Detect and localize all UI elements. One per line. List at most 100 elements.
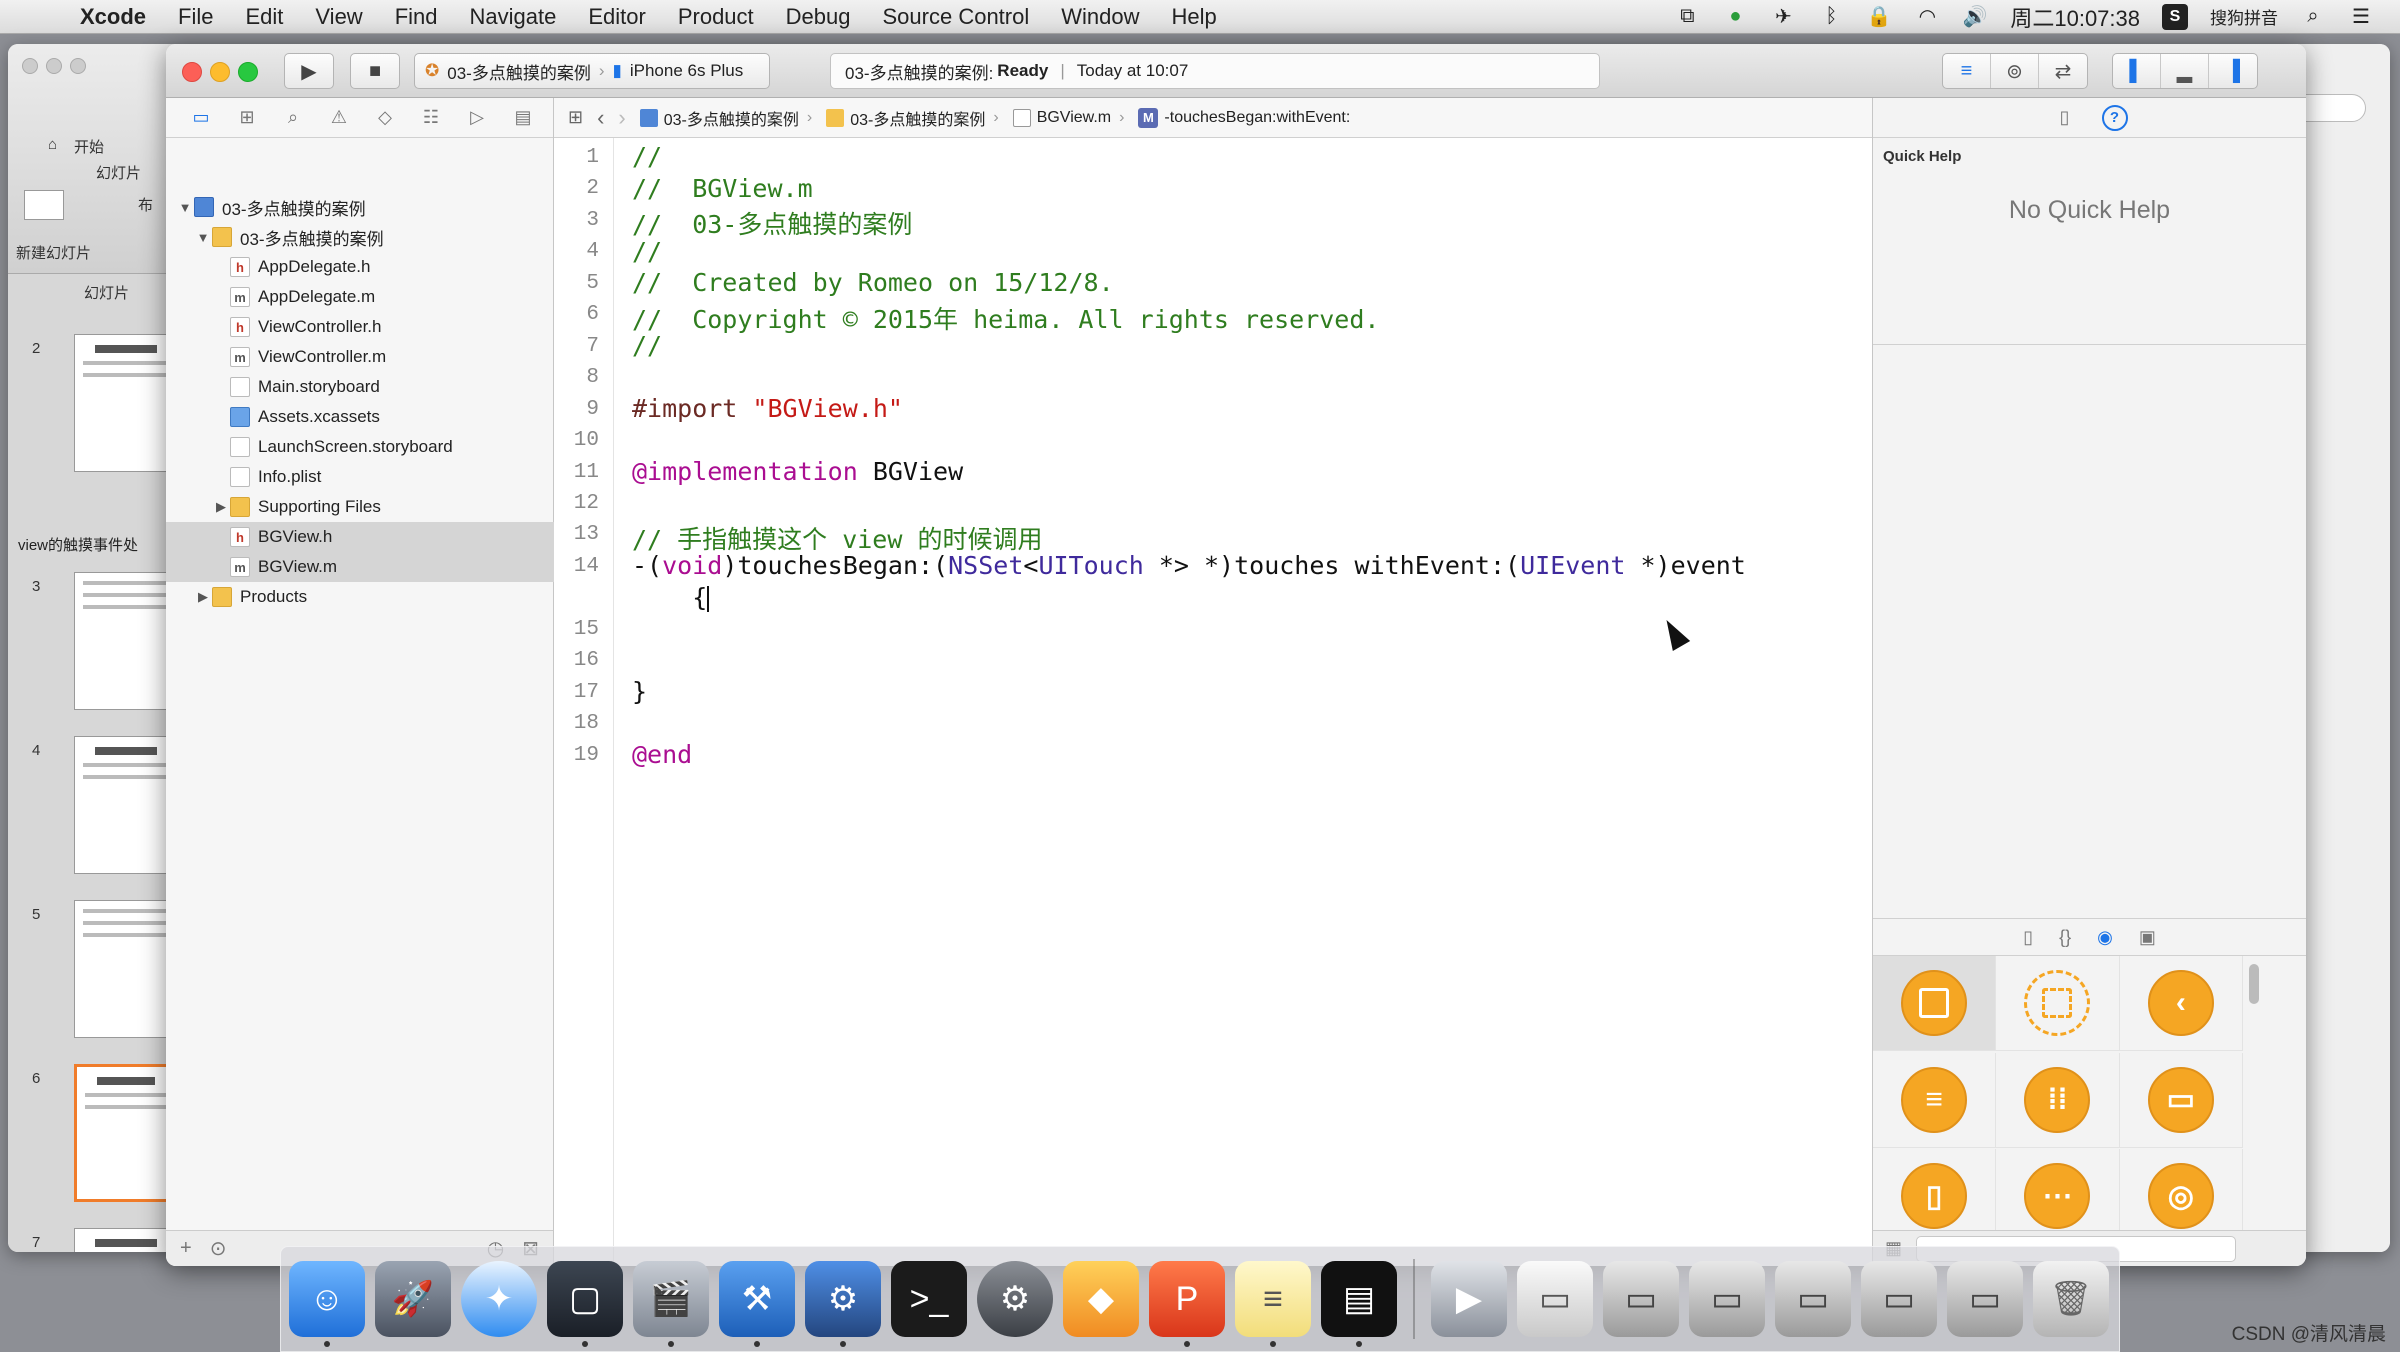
- code-line[interactable]: @implementation BGView: [632, 457, 963, 486]
- tree-item[interactable]: h AppDelegate.h: [166, 252, 554, 282]
- version-editor-icon[interactable]: ⇄: [2039, 54, 2087, 88]
- back-arrow-icon[interactable]: ‹: [597, 105, 604, 131]
- object-library-icon[interactable]: ◉: [2097, 927, 2113, 948]
- spotlight-search-icon[interactable]: ⌕: [2300, 4, 2326, 30]
- notes-icon[interactable]: ≡: [1235, 1261, 1311, 1347]
- menu-view[interactable]: View: [299, 4, 378, 30]
- toggle-debug-area-icon[interactable]: ▂: [2161, 54, 2209, 88]
- bg-minimize-icon[interactable]: [46, 58, 62, 74]
- minimized-window-icon[interactable]: ▭: [1689, 1261, 1765, 1337]
- code-line[interactable]: //: [632, 331, 662, 360]
- issue-navigator-icon[interactable]: ⚠: [322, 103, 356, 133]
- tree-item[interactable]: ▶ Products: [166, 582, 554, 612]
- menu-product[interactable]: Product: [662, 4, 770, 30]
- slide-thumbnail[interactable]: [74, 1228, 178, 1252]
- debug-navigator-icon[interactable]: ☷: [414, 103, 448, 133]
- slide-thumbnail-row[interactable]: 7: [18, 1228, 178, 1252]
- forward-arrow-icon[interactable]: ›: [618, 105, 625, 131]
- tree-item[interactable]: Main.storyboard: [166, 372, 554, 402]
- slide-thumbnail[interactable]: [74, 736, 178, 874]
- toggle-navigator-icon[interactable]: ▌: [2113, 54, 2161, 88]
- code-line[interactable]: }: [632, 677, 647, 706]
- code-line[interactable]: //: [632, 237, 662, 266]
- jump-group[interactable]: 03-多点触摸的案例: [826, 106, 985, 130]
- library-item-tab-bar-controller[interactable]: ▭: [2119, 1052, 2243, 1148]
- slide-thumbnail[interactable]: [74, 572, 178, 710]
- menu-clock[interactable]: 周二10:07:38: [2010, 1, 2140, 33]
- maximize-window-icon[interactable]: [238, 62, 258, 82]
- minimized-window-icon[interactable]: ▭: [1775, 1261, 1851, 1337]
- tree-item[interactable]: m BGView.m: [166, 552, 554, 582]
- bluetooth-icon[interactable]: ᛒ: [1818, 4, 1844, 30]
- quick-help-icon[interactable]: ?: [2101, 104, 2128, 131]
- console-icon[interactable]: ▤: [1321, 1261, 1397, 1347]
- menu-window[interactable]: Window: [1045, 4, 1155, 30]
- menu-app-name[interactable]: Xcode: [64, 4, 162, 30]
- slide-thumbnail-selected[interactable]: [74, 1064, 178, 1202]
- lock-icon[interactable]: 🔒: [1866, 4, 1892, 30]
- tree-item[interactable]: Assets.xcassets: [166, 402, 554, 432]
- slide-thumbnail-row[interactable]: 3: [18, 572, 178, 717]
- folder-icon[interactable]: ▭: [184, 103, 218, 133]
- scheme-device-label[interactable]: iPhone 6s Plus: [630, 61, 743, 81]
- tab-home[interactable]: 开始: [74, 136, 104, 157]
- trash-icon[interactable]: 🗑: [2033, 1261, 2109, 1337]
- add-file-icon[interactable]: +: [180, 1237, 192, 1260]
- disclosure-closed-icon[interactable]: ▶: [194, 589, 212, 605]
- disclosure-closed-icon[interactable]: ▶: [212, 499, 230, 515]
- library-item-table-view-controller[interactable]: ≡: [1873, 1052, 1997, 1148]
- run-button[interactable]: ▶: [284, 53, 334, 89]
- code-line[interactable]: // 03-多点触摸的案例: [632, 205, 912, 241]
- scheme-selector[interactable]: ✪ 03-多点触摸的案例 › ▮ iPhone 6s Plus: [414, 53, 770, 89]
- standard-editor-icon[interactable]: ≡: [1943, 54, 1991, 88]
- slide-thumbnail[interactable]: [74, 900, 178, 1038]
- media-library-icon[interactable]: ▣: [2139, 927, 2156, 948]
- terminal-icon[interactable]: >_: [891, 1261, 967, 1337]
- menu-debug[interactable]: Debug: [770, 4, 867, 30]
- minimized-window-icon[interactable]: ▭: [1603, 1261, 1679, 1337]
- input-method-label[interactable]: 搜狗拼音: [2210, 4, 2278, 29]
- library-scrollbar[interactable]: [2249, 964, 2259, 1004]
- new-slide-icon[interactable]: [24, 190, 64, 220]
- library-item-collection-view-controller[interactable]: ⁞⁞: [1996, 1052, 2120, 1148]
- airplane-icon[interactable]: ✈: [1770, 4, 1796, 30]
- library-item-navigation-controller[interactable]: ‹: [2119, 956, 2243, 1051]
- tree-item[interactable]: h ViewController.h: [166, 312, 554, 342]
- bg-close-icon[interactable]: [22, 58, 38, 74]
- find-navigator-icon[interactable]: ⌕: [276, 103, 310, 133]
- sync-status-icon[interactable]: ●: [1722, 4, 1748, 30]
- assistant-editor-icon[interactable]: ⊚: [1991, 54, 2039, 88]
- home-icon[interactable]: ⌂: [48, 136, 57, 153]
- code-line[interactable]: // BGView.m: [632, 174, 813, 203]
- minimized-window-icon[interactable]: ▭: [1947, 1261, 2023, 1337]
- code-snippet-icon[interactable]: {}: [2059, 927, 2071, 948]
- source-editor[interactable]: 1 2 3 4 5 6 7 8 9 10 11 12 13 14 15 16 17 18 19 // // BGVi…: [554, 138, 1872, 1266]
- disclosure-open-icon[interactable]: ▼: [194, 230, 212, 245]
- menu-file[interactable]: File: [162, 4, 229, 30]
- mouse-app-icon[interactable]: ▢: [547, 1261, 623, 1347]
- minimize-window-icon[interactable]: [210, 62, 230, 82]
- notification-center-icon[interactable]: ☰: [2348, 4, 2374, 30]
- jump-project[interactable]: 03-多点触摸的案例: [639, 106, 799, 130]
- close-window-icon[interactable]: [182, 62, 202, 82]
- code-line[interactable]: -(void)touchesBegan:(NSSet<UITouch *> *)…: [632, 551, 1746, 580]
- wifi-icon[interactable]: ◠: [1914, 4, 1940, 30]
- related-items-icon[interactable]: ⊞: [568, 107, 583, 128]
- toggle-utilities-icon[interactable]: ▐: [2209, 54, 2257, 88]
- powerpoint-icon[interactable]: P: [1149, 1261, 1225, 1347]
- slide-thumbnail-row[interactable]: 2: [18, 334, 178, 479]
- tree-item[interactable]: m ViewController.m: [166, 342, 554, 372]
- quicktime-icon[interactable]: ▶: [1431, 1261, 1507, 1337]
- finder-icon[interactable]: ☺: [289, 1261, 365, 1347]
- menu-navigate[interactable]: Navigate: [454, 4, 573, 30]
- tree-item[interactable]: LaunchScreen.storyboard: [166, 432, 554, 462]
- disclosure-open-icon[interactable]: ▼: [176, 200, 194, 215]
- slide-thumbnail[interactable]: [74, 334, 178, 472]
- instruments-icon[interactable]: ⚙: [805, 1261, 881, 1347]
- jump-file[interactable]: BGView.m: [1012, 108, 1111, 127]
- breakpoint-navigator-icon[interactable]: ▷: [460, 103, 494, 133]
- new-slide-label[interactable]: 新建幻灯片: [16, 242, 91, 263]
- menu-find[interactable]: Find: [379, 4, 454, 30]
- tree-item[interactable]: m AppDelegate.m: [166, 282, 554, 312]
- menu-editor[interactable]: Editor: [572, 4, 661, 30]
